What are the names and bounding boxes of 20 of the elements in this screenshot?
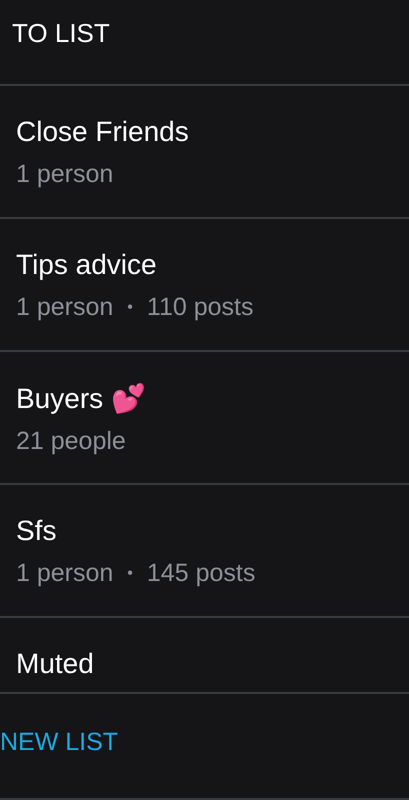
separator-dot: • [127,564,133,582]
list-name: Muted [16,648,95,680]
list-meta: 1 person [16,160,114,189]
list-meta: 21 people [16,427,126,456]
list-meta: 1 person [16,293,114,322]
list-item[interactable]: Close Friends 1 person [0,86,409,219]
list-item[interactable]: Buyers 💕 21 people [0,352,409,485]
list-name: Buyers 💕 [16,382,147,415]
list-name: Tips advice [16,249,158,281]
list-item[interactable]: Muted [0,618,409,692]
back-to-list-link[interactable]: TO LIST [12,18,110,48]
list-meta: 110 posts [146,293,254,322]
list-item[interactable]: Tips advice 1 person • 110 posts [0,219,409,352]
list-meta: 1 person [16,559,114,588]
list-name: Close Friends [16,116,190,148]
list-meta: 145 posts [146,559,256,588]
list-item[interactable]: Sfs 1 person • 145 posts [0,485,409,618]
list-name: Sfs [16,515,58,547]
separator-dot: • [127,298,133,316]
new-list-button[interactable]: NEW LIST [0,728,118,756]
